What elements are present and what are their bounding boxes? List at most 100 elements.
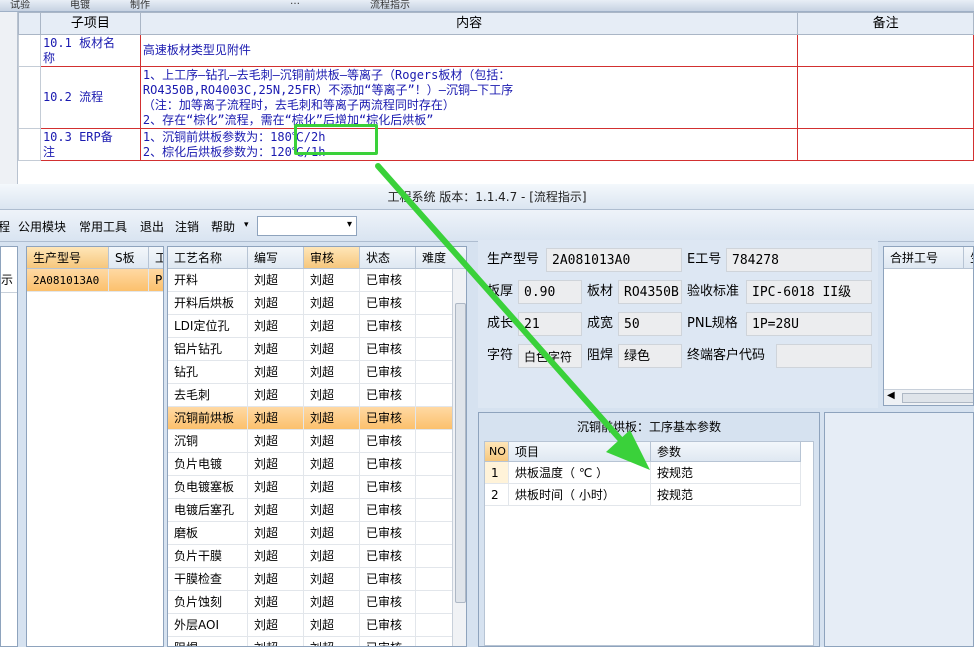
process-row[interactable]: 铝片钻孔 刘超 刘超 已审核 [168, 338, 466, 361]
author-cell: 刘超 [248, 338, 304, 361]
process-row[interactable]: 负片蚀刻 刘超 刘超 已审核 [168, 591, 466, 614]
item-col-header[interactable]: 项目 [509, 442, 651, 462]
process-row[interactable]: 开料后烘板 刘超 刘超 已审核 [168, 292, 466, 315]
spec-content[interactable]: 高速板材类型见附件 [139, 34, 799, 67]
col-header-note: 备注 [797, 12, 974, 35]
process-name-cell: 磨板 [168, 522, 248, 545]
tab-label[interactable]: … [290, 0, 300, 7]
menu-item-flow[interactable]: 程 [0, 218, 10, 235]
customer-code-field[interactable] [776, 344, 872, 368]
menu-item-public[interactable]: 公用模块 [18, 218, 66, 235]
customer-code-label: 终端客户代码 [687, 348, 766, 363]
model-field[interactable]: 2A081013A0 [546, 248, 682, 272]
menu-item-logout[interactable]: 注销 [175, 218, 199, 235]
model-col-header[interactable]: 生产型号 [27, 247, 109, 269]
spec-note[interactable] [797, 66, 974, 129]
spec-key[interactable]: 10.3 ERP备 注 [39, 128, 141, 161]
help-dropdown-icon[interactable]: ▾ [244, 220, 249, 230]
process-row[interactable]: 负片电镀 刘超 刘超 已审核 [168, 453, 466, 476]
process-row[interactable]: 沉铜前烘板 刘超 刘超 已审核 [168, 407, 466, 430]
author-col-header[interactable]: 编写 [248, 247, 304, 269]
scroll-thumb[interactable] [455, 303, 466, 603]
difficulty-col-header[interactable]: 难度 [416, 247, 466, 269]
param-row[interactable]: 2 烘板时间（ 小时） 按规范 [485, 484, 813, 506]
menu-item-exit[interactable]: 退出 [140, 218, 164, 235]
menu-item-help[interactable]: 帮助 [211, 218, 235, 235]
process-name-cell: 干膜检查 [168, 568, 248, 591]
spec-key[interactable]: 10.2 流程 [39, 66, 141, 129]
pnl-field[interactable]: 1P=28U [746, 312, 872, 336]
param-row[interactable]: 1 烘板温度（ ℃ ） 按规范 [485, 462, 813, 484]
merge-col-header[interactable]: 合拼工号 [884, 247, 964, 269]
no-col-header[interactable]: NO [485, 442, 509, 462]
tab-label[interactable]: 电镀 [70, 0, 90, 11]
status-cell: 已审核 [360, 499, 416, 522]
merge-col2-header[interactable]: 生 [964, 247, 973, 269]
reviewer-col-header[interactable]: 审核 [304, 247, 360, 269]
author-cell: 刘超 [248, 591, 304, 614]
status-col-header[interactable]: 状态 [360, 247, 416, 269]
tab-label[interactable]: 制作 [130, 0, 150, 11]
process-row[interactable]: 干膜检查 刘超 刘超 已审核 [168, 568, 466, 591]
tab-label[interactable]: 流程指示 [370, 0, 410, 11]
material-field[interactable]: RO4350B [618, 280, 682, 304]
process-row[interactable]: 外层AOI 刘超 刘超 已审核 [168, 614, 466, 637]
status-cell: 已审核 [360, 361, 416, 384]
scroll-thumb[interactable] [902, 393, 973, 403]
author-cell: 刘超 [248, 407, 304, 430]
module-select[interactable] [257, 216, 357, 236]
thickness-field[interactable]: 0.90 [518, 280, 582, 304]
material-label: 板材 [587, 284, 614, 299]
process-name-cell: 电镀后塞孔 [168, 499, 248, 522]
model-row[interactable]: 2A081013A0 P3 [27, 269, 163, 292]
author-cell: 刘超 [248, 522, 304, 545]
spec-note[interactable] [797, 34, 974, 67]
spec-note[interactable] [797, 128, 974, 161]
reviewer-cell: 刘超 [304, 637, 360, 646]
left-nav-item[interactable]: 示 [1, 267, 17, 293]
standard-label: 验收标准 [687, 284, 740, 299]
length-field[interactable]: 21 [518, 312, 582, 336]
silkscreen-field[interactable]: 白色字符 [518, 344, 582, 368]
process-row[interactable]: LDI定位孔 刘超 刘超 已审核 [168, 315, 466, 338]
process-row[interactable]: 钻孔 刘超 刘超 已审核 [168, 361, 466, 384]
e-number-field[interactable]: 784278 [726, 248, 872, 272]
sboard-col-header[interactable]: S板 [109, 247, 149, 269]
process-row[interactable]: 开料 刘超 刘超 已审核 [168, 269, 466, 292]
reviewer-cell: 刘超 [304, 338, 360, 361]
extra-col-header[interactable]: 工 [149, 247, 163, 269]
spec-content[interactable]: 1、上工序—钻孔—去毛刺—沉铜前烘板—等离子（Rogers板材（包括： RO43… [139, 66, 799, 129]
menu-item-tools[interactable]: 常用工具 [79, 218, 127, 235]
spec-content[interactable]: 1、沉铜前烘板参数为：180℃/2h 2、棕化后烘板参数为：120℃/1h [139, 128, 799, 161]
param-col-header[interactable]: 参数 [651, 442, 801, 462]
process-row[interactable]: 磨板 刘超 刘超 已审核 [168, 522, 466, 545]
merge-hscrollbar[interactable]: ◀ [884, 389, 973, 405]
author-cell: 刘超 [248, 476, 304, 499]
author-cell: 刘超 [248, 568, 304, 591]
param-item: 烘板温度（ ℃ ） [509, 462, 651, 484]
process-grid: 工艺名称 编写 审核 状态 难度 开料 刘超 刘超 已审核 开料后烘板 刘超 刘超 已审核 LD… [167, 246, 467, 647]
width-field[interactable]: 50 [618, 312, 682, 336]
process-row[interactable]: 负片干膜 刘超 刘超 已审核 [168, 545, 466, 568]
tab-label[interactable]: 试验 [10, 0, 30, 11]
soldermask-field[interactable]: 绿色 [618, 344, 682, 368]
spec-key[interactable]: 10.1 板材名 称 [39, 34, 141, 67]
reviewer-cell: 刘超 [304, 499, 360, 522]
process-row[interactable]: 电镀后塞孔 刘超 刘超 已审核 [168, 499, 466, 522]
process-name-cell: 阻焊 [168, 637, 248, 646]
status-cell: 已审核 [360, 269, 416, 292]
author-cell: 刘超 [248, 292, 304, 315]
process-scrollbar[interactable] [452, 269, 466, 646]
spec-table: 子项目 内容 备注 10.1 板材名 称 高速板材类型见附件 10.2 流程 1… [18, 12, 974, 161]
process-row[interactable]: 去毛刺 刘超 刘超 已审核 [168, 384, 466, 407]
scroll-left-icon[interactable]: ◀ [887, 390, 895, 401]
standard-field[interactable]: IPC-6018 II级 [746, 280, 872, 304]
process-row[interactable]: 阻焊刘超刘超已审核 [168, 637, 452, 646]
model-label: 生产型号 [487, 252, 540, 267]
process-col-header[interactable]: 工艺名称 [168, 247, 248, 269]
process-row[interactable]: 沉铜 刘超 刘超 已审核 [168, 430, 466, 453]
document-pane: 子项目 内容 备注 10.1 板材名 称 高速板材类型见附件 10.2 流程 1… [0, 12, 974, 184]
reviewer-cell: 刘超 [304, 361, 360, 384]
process-row[interactable]: 负电镀塞板 刘超 刘超 已审核 [168, 476, 466, 499]
model-cell: 2A081013A0 [27, 269, 109, 292]
